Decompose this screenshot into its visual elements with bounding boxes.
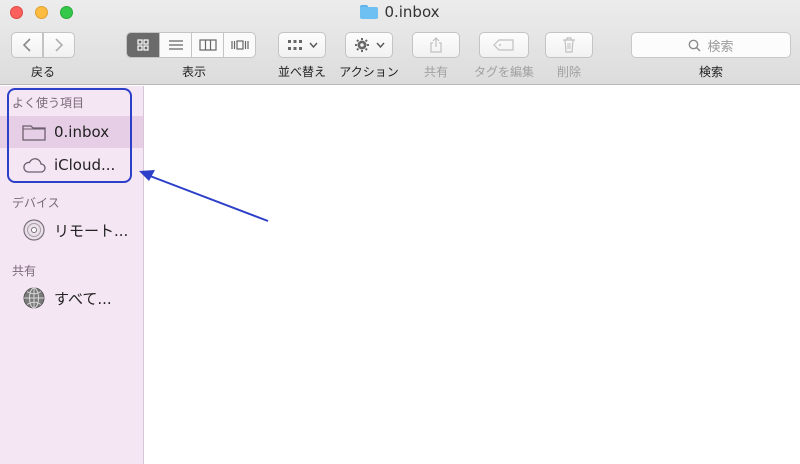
coverflow-view-button[interactable] [223, 33, 255, 57]
file-content-area[interactable] [145, 86, 800, 464]
action-label: アクション [339, 65, 399, 79]
finder-window: 0.inbox 戻る 表示 並べ替え アクション 共有 タグを編集 削除 検索 … [0, 0, 800, 464]
toolbar: 0.inbox 戻る 表示 並べ替え アクション 共有 タグを編集 削除 検索 … [0, 0, 800, 85]
share-label: 共有 [423, 65, 448, 79]
delete-label: 削除 [556, 65, 581, 79]
view-mode-segmented-control [126, 32, 256, 58]
columns-icon [198, 39, 217, 51]
list-icon [168, 40, 183, 50]
network-icon [22, 287, 46, 309]
view-label: 表示 [181, 65, 206, 79]
annotation-highlight-box [7, 88, 132, 183]
sidebar-item-all-shared[interactable]: すべて... [0, 282, 143, 314]
shared-section-title: 共有 [12, 264, 37, 278]
chevron-right-icon [55, 38, 64, 52]
tag-icon [493, 39, 514, 51]
sidebar-item-label: リモート... [54, 221, 129, 240]
grid-icon [137, 39, 149, 51]
delete-button[interactable] [545, 32, 593, 58]
arrange-label: 並べ替え [277, 65, 326, 79]
forward-button[interactable] [43, 32, 75, 58]
edit-tags-button[interactable] [479, 32, 529, 58]
search-input[interactable]: 検索 [631, 32, 791, 58]
arrange-grid-icon [287, 40, 302, 50]
chevron-down-icon [375, 42, 385, 48]
window-title: 0.inbox [384, 3, 440, 21]
sidebar-item-label: すべて... [54, 289, 112, 308]
edit-tags-label: タグを編集 [473, 65, 534, 79]
back-label: 戻る [30, 65, 55, 79]
trash-icon [563, 37, 575, 53]
chevron-left-icon [22, 38, 31, 52]
devices-section-title: デバイス [12, 196, 60, 210]
gear-icon [354, 38, 369, 52]
folder-icon [360, 5, 379, 19]
share-button[interactable] [412, 32, 460, 58]
column-view-button[interactable] [191, 33, 223, 57]
search-label: 検索 [698, 65, 723, 79]
chevron-down-icon [308, 42, 318, 48]
search-icon [689, 39, 702, 52]
search-placeholder: 検索 [707, 39, 734, 55]
back-button[interactable] [11, 32, 43, 58]
action-button[interactable] [345, 32, 393, 58]
window-title-bar: 0.inbox [0, 3, 800, 23]
coverflow-icon [230, 40, 249, 50]
sidebar-item-remote-disc[interactable]: リモート... [0, 214, 143, 246]
list-view-button[interactable] [159, 33, 191, 57]
icon-view-button[interactable] [127, 33, 159, 57]
arrange-button[interactable] [278, 32, 326, 58]
share-icon [430, 37, 442, 53]
disc-icon [22, 219, 46, 241]
